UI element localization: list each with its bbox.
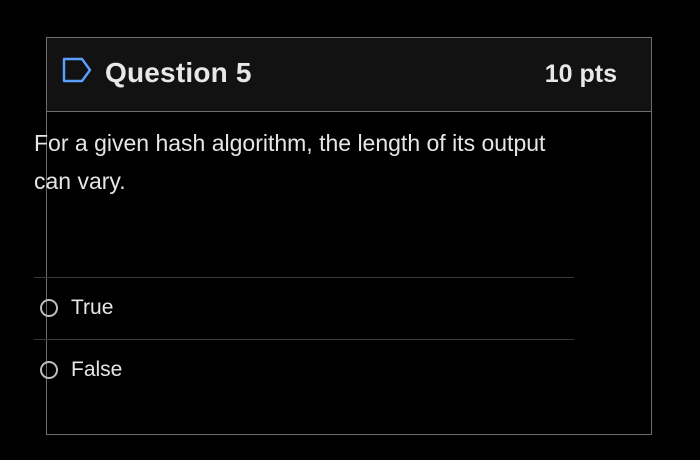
answer-option-true[interactable]: True: [40, 292, 113, 324]
divider: [34, 277, 574, 278]
question-header: Question 5 10 pts: [47, 38, 651, 112]
radio-button-false[interactable]: [40, 361, 58, 379]
question-title: Question 5: [105, 57, 252, 88]
divider: [34, 339, 574, 340]
answer-option-false[interactable]: False: [40, 354, 122, 386]
answer-label: True: [71, 296, 114, 319]
question-text: For a given hash algorithm, the length o…: [34, 130, 546, 194]
question-points: 10 pts: [544, 60, 617, 88]
answer-label: False: [71, 358, 123, 381]
flag-icon[interactable]: [61, 56, 93, 84]
radio-button-true[interactable]: [40, 299, 58, 317]
question-card: Question 5 10 pts: [46, 37, 652, 435]
